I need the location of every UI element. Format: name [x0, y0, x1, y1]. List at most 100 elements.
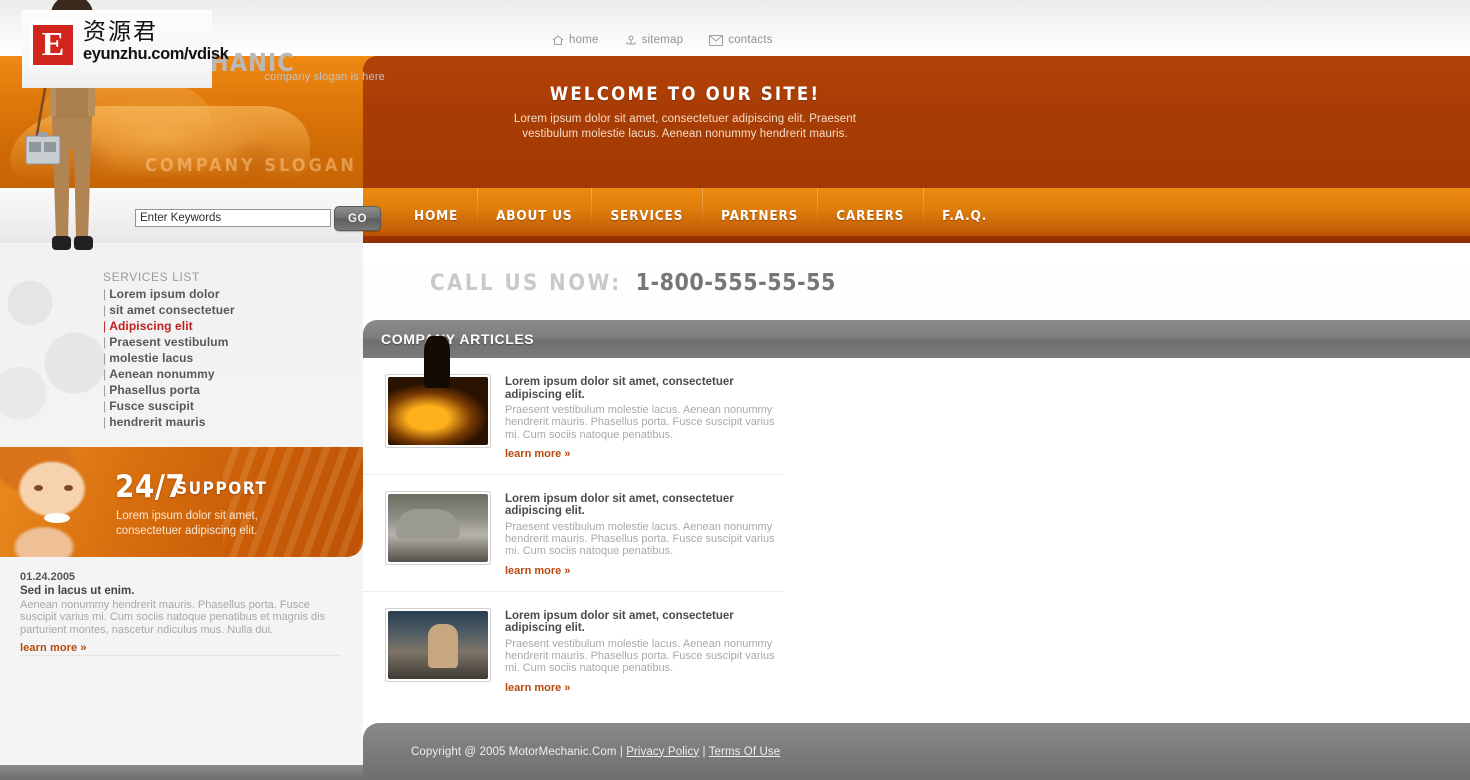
home-icon	[552, 34, 564, 46]
sidebar-watermark-graphic	[0, 243, 120, 443]
bullet-icon: |	[103, 399, 107, 413]
article-title: Lorem ipsum dolor sit amet, consectetuer…	[505, 492, 734, 518]
services-list-title: SERVICES LIST	[103, 270, 200, 284]
logo-url: eyunzhu.com/vdisk	[83, 45, 229, 64]
sidebar-item-label: sit amet consectetuer	[109, 303, 235, 317]
nav-item-careers[interactable]: CAREERS	[817, 188, 923, 236]
logo-mark-icon: E	[30, 22, 76, 68]
top-link-sitemap[interactable]: sitemap	[625, 34, 684, 46]
sidebar-item-label: Aenean nonummy	[109, 367, 215, 381]
logo-text: 资源君 eyunzhu.com/vdisk	[83, 19, 229, 64]
main-navigation: HOME ABOUT US SERVICES PARTNERS CAREERS …	[363, 188, 1470, 243]
hero-title: WELCOME TO OUR SITE!	[549, 84, 821, 105]
nav-item-home[interactable]: HOME	[395, 196, 477, 236]
company-articles-header: COMPANY ARTICLES	[363, 320, 1470, 358]
support-banner[interactable]: 24/7 SUPPORT Lorem ipsum dolor sit amet,…	[0, 447, 363, 557]
header-slogan: COMPANY SLOGAN	[145, 155, 357, 176]
footer-privacy-link[interactable]: Privacy Policy	[626, 746, 699, 758]
news-block: 01.24.2005 Sed in lacus ut enim. Aenean …	[20, 571, 340, 656]
sidebar-item-molestie-lacus[interactable]: | molestie lacus	[103, 350, 235, 366]
sidebar-item-label: molestie lacus	[109, 351, 194, 365]
call-us-phone: 1-800-555-55-55	[635, 270, 836, 296]
bullet-icon: |	[103, 367, 107, 381]
article-thumbnail[interactable]	[385, 374, 491, 448]
top-utility-links: home sitemap contacts	[552, 30, 773, 50]
face-eye-right	[64, 485, 73, 491]
news-headline: Sed in lacus ut enim.	[20, 585, 135, 597]
bullet-icon: |	[103, 335, 107, 349]
article-title: Lorem ipsum dolor sit amet, consectetuer…	[505, 609, 734, 635]
nav-item-partners[interactable]: PARTNERS	[702, 188, 817, 236]
call-us-label: CALL US NOW:	[430, 271, 622, 296]
article-body: Praesent vestibulum molestie lacus. Aene…	[505, 637, 775, 675]
article-learn-more-link[interactable]: learn more »	[505, 448, 570, 460]
footer-left-strip	[0, 765, 363, 780]
article-learn-more-link[interactable]: learn more »	[505, 565, 570, 577]
logo-chinese-name: 资源君	[83, 19, 158, 45]
company-articles-title: COMPANY ARTICLES	[381, 331, 535, 347]
support-number: 24/7	[115, 469, 186, 505]
sidebar-item-aenean-nonummy[interactable]: | Aenean nonummy	[103, 366, 235, 382]
hero-text: Lorem ipsum dolor sit amet, consectetuer…	[513, 113, 857, 140]
bullet-icon: |	[103, 319, 107, 333]
article-learn-more-link[interactable]: learn more »	[505, 682, 570, 694]
nav-item-faq[interactable]: F.A.Q.	[923, 188, 1006, 236]
sidebar-item-sit-amet-consectetuer[interactable]: | sit amet consectetuer	[103, 302, 235, 318]
article-thumbnail[interactable]	[385, 607, 491, 682]
article-item: Lorem ipsum dolor sit amet, consectetuer…	[363, 475, 783, 592]
support-agent-photo	[0, 447, 114, 557]
sidebar-item-fusce-suscipit[interactable]: | Fusce suscipit	[103, 398, 235, 414]
logo-letter: E	[41, 26, 65, 63]
hero-block: WELCOME TO OUR SITE! Lorem ipsum dolor s…	[500, 84, 870, 142]
sidebar-item-label: Praesent vestibulum	[109, 335, 229, 349]
footer-text: Copyright @ 2005 MotorMechanic.Com | Pri…	[411, 746, 780, 758]
footer-copyright: Copyright @ 2005 MotorMechanic.Com |	[411, 745, 623, 758]
top-link-label: home	[569, 34, 599, 46]
call-us-block: CALL US NOW: 1-800-555-55-55	[430, 270, 836, 296]
article-text: Lorem ipsum dolor sit amet, consectetuer…	[505, 374, 783, 462]
news-divider	[20, 655, 340, 656]
sidebar-item-label: Fusce suscipit	[109, 399, 194, 413]
support-text: Lorem ipsum dolor sit amet, consectetuer…	[116, 510, 258, 537]
bullet-icon: |	[103, 383, 107, 397]
nav-item-services[interactable]: SERVICES	[591, 188, 702, 236]
sidebar-item-lorem-ipsum-dolor[interactable]: | Lorem ipsum dolor	[103, 286, 235, 302]
sidebar-item-label: hendrerit mauris	[109, 415, 206, 429]
news-learn-more-link[interactable]: learn more »	[20, 642, 87, 654]
article-body: Praesent vestibulum molestie lacus. Aene…	[505, 520, 775, 558]
nav-item-about-us[interactable]: ABOUT US	[477, 188, 591, 236]
article-thumbnail[interactable]	[385, 490, 491, 565]
article-body: Praesent vestibulum molestie lacus. Aene…	[505, 404, 775, 441]
page-root: home sitemap contacts ECHANIC company sl…	[0, 0, 1470, 780]
news-date: 01.24.2005	[20, 571, 76, 583]
article-title: Lorem ipsum dolor sit amet, consectetuer…	[505, 376, 734, 401]
top-link-home[interactable]: home	[552, 34, 599, 46]
sitemap-icon	[625, 34, 637, 46]
article-item: Lorem ipsum dolor sit amet, consectetuer…	[363, 358, 783, 475]
top-link-label: contacts	[728, 34, 773, 46]
bullet-icon: |	[103, 287, 107, 301]
footer-separator: |	[702, 745, 706, 758]
top-link-contacts[interactable]: contacts	[709, 34, 772, 46]
support-word: SUPPORT	[176, 479, 268, 499]
search-go-button[interactable]: GO	[334, 206, 381, 231]
bullet-icon: |	[103, 351, 107, 365]
top-link-label: sitemap	[641, 34, 684, 46]
sidebar-item-label: Adipiscing elit	[109, 319, 193, 333]
search-input[interactable]	[135, 209, 331, 227]
sidebar-item-adipiscing-elit[interactable]: | Adipiscing elit	[103, 318, 235, 334]
bullet-icon: |	[103, 303, 107, 317]
sidebar-item-hendrerit-mauris[interactable]: | hendrerit mauris	[103, 414, 235, 430]
article-text: Lorem ipsum dolor sit amet, consectetuer…	[505, 491, 783, 579]
sidebar-item-phasellus-porta[interactable]: | Phasellus porta	[103, 382, 235, 398]
services-list: | Lorem ipsum dolor | sit amet consectetue…	[103, 286, 235, 430]
face-smile	[44, 513, 70, 523]
article-item: Lorem ipsum dolor sit amet, consectetuer…	[363, 592, 783, 708]
footer: Copyright @ 2005 MotorMechanic.Com | Pri…	[363, 723, 1470, 780]
site-logo[interactable]: E 资源君 eyunzhu.com/vdisk	[22, 10, 229, 88]
bullet-icon: |	[103, 415, 107, 429]
sidebar-item-praesent-vestibulum[interactable]: | Praesent vestibulum	[103, 334, 235, 350]
footer-terms-link[interactable]: Terms Of Use	[709, 746, 781, 758]
face-eye-left	[34, 485, 43, 491]
article-text: Lorem ipsum dolor sit amet, consectetuer…	[505, 608, 783, 696]
